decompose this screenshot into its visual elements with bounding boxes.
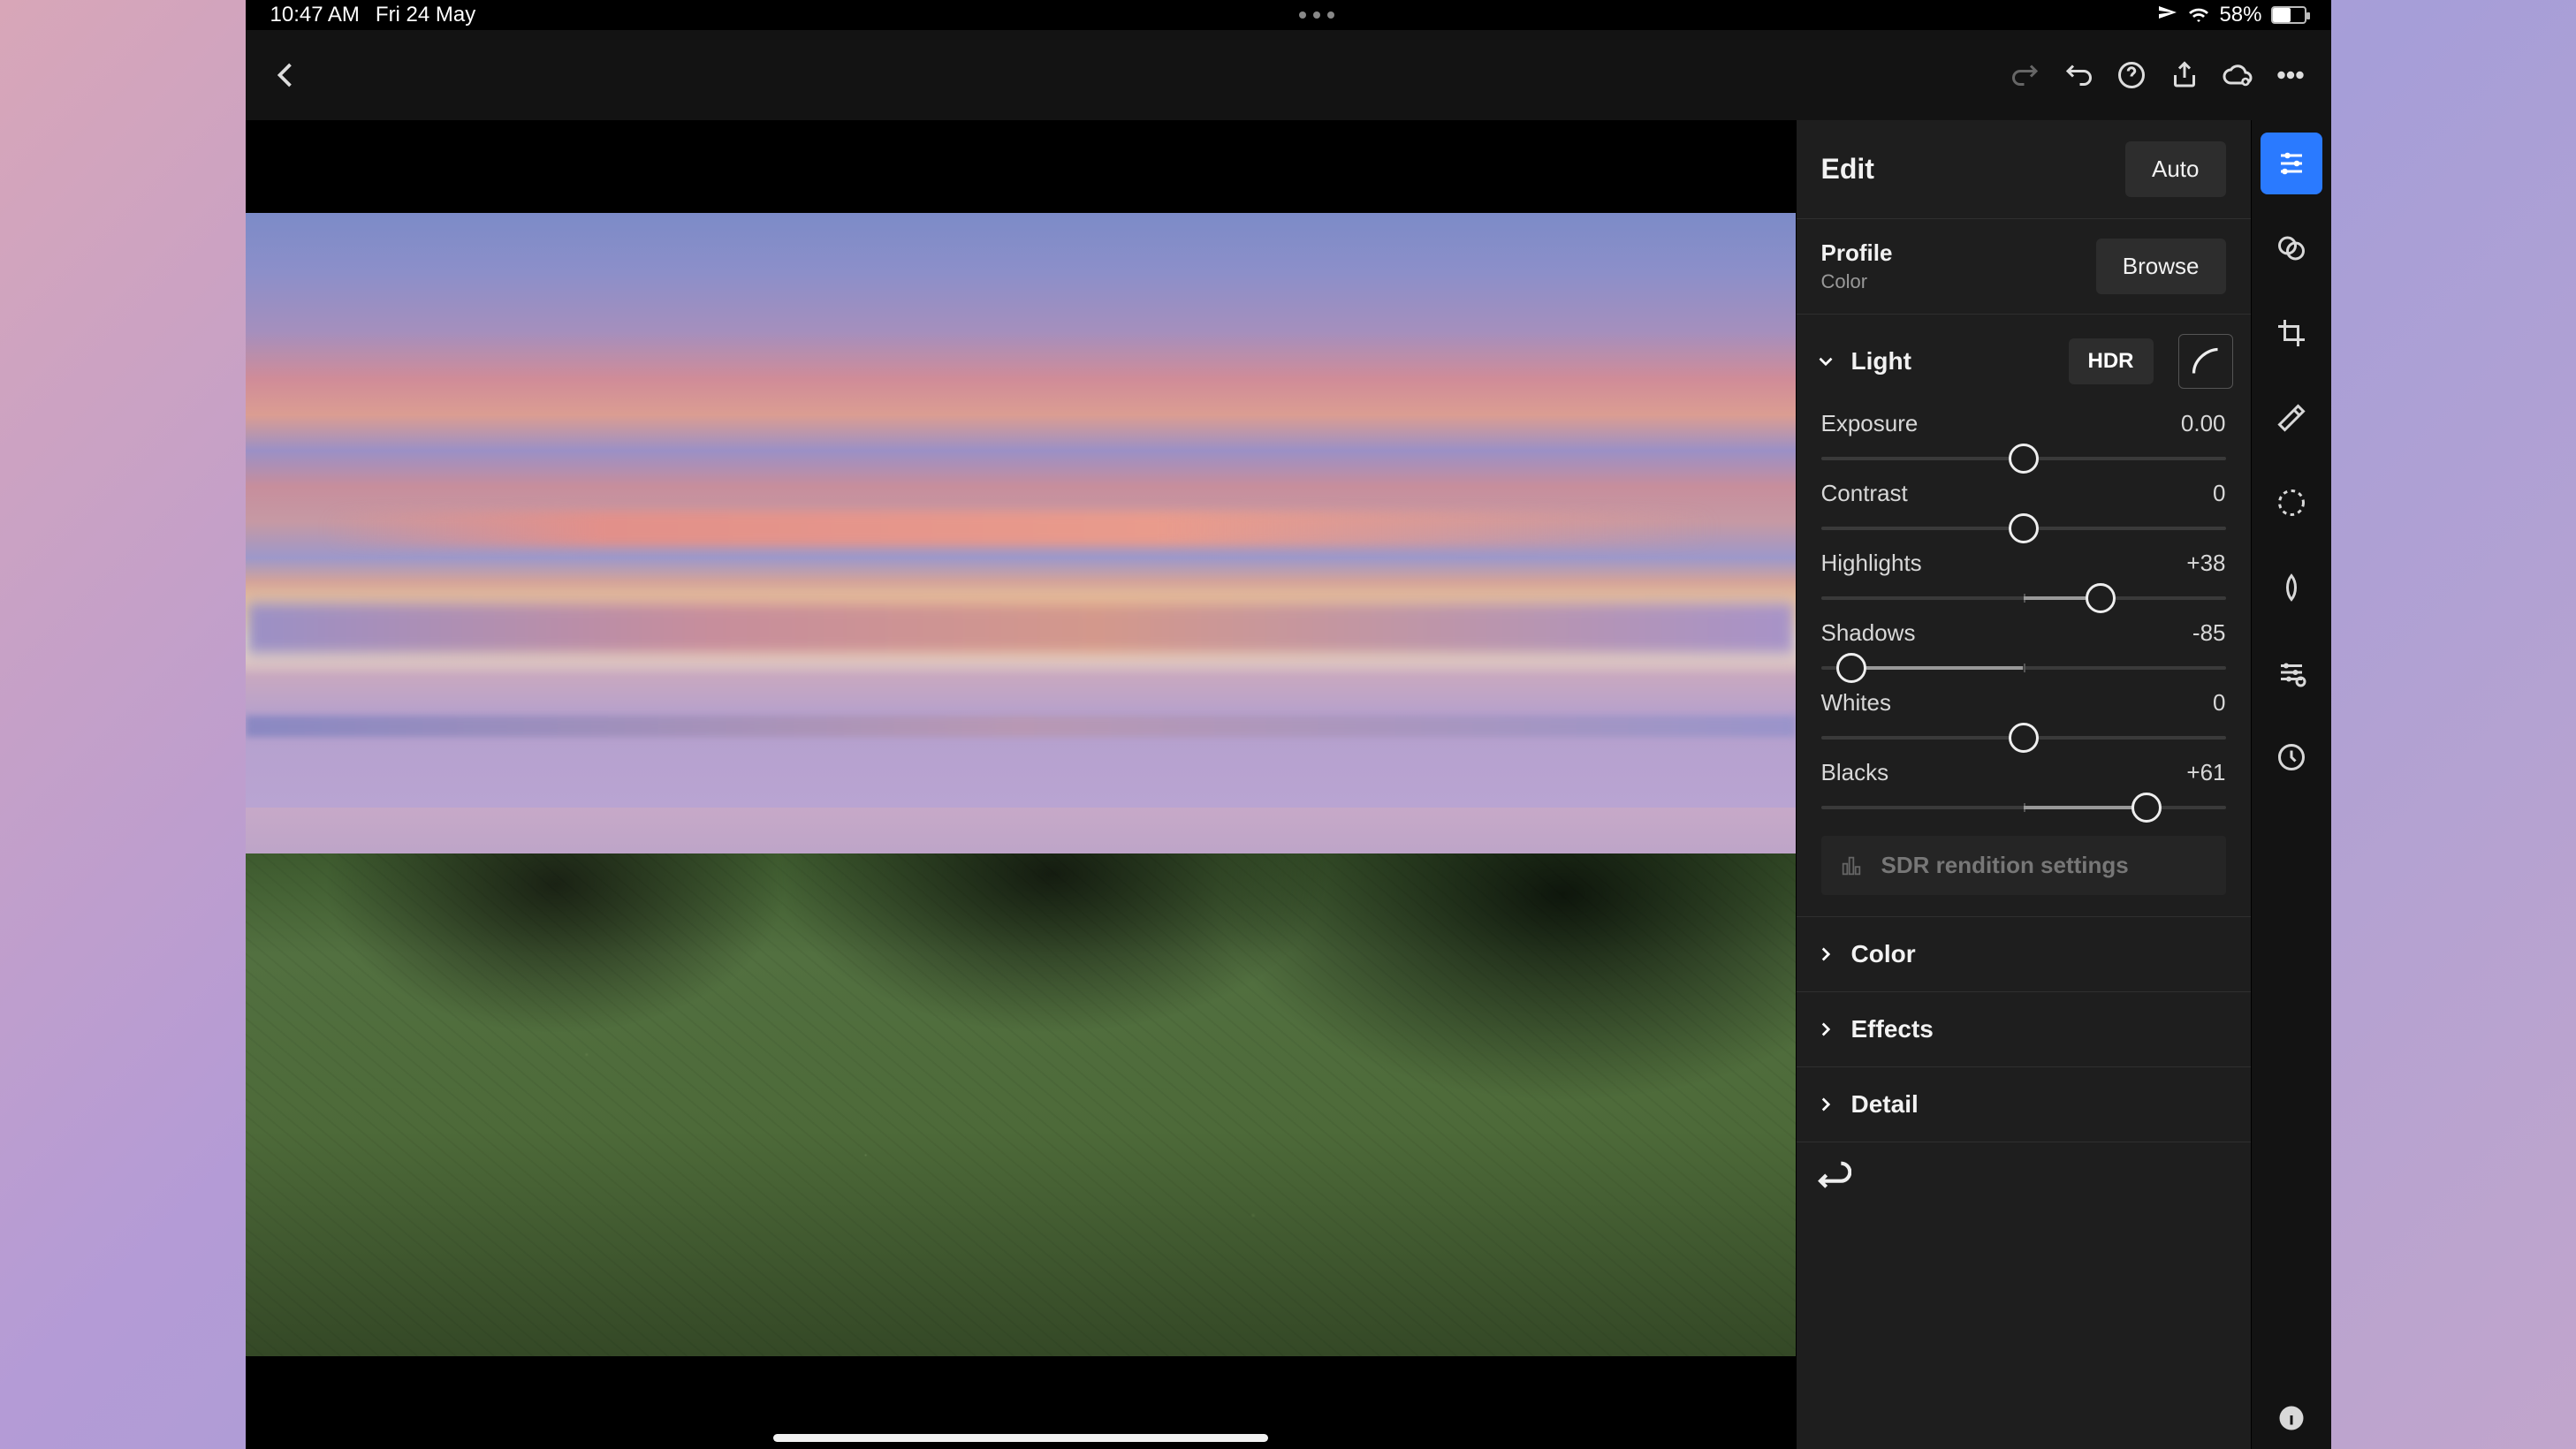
color-section-header[interactable]: Color: [1797, 916, 2251, 991]
hdr-button[interactable]: HDR: [2069, 338, 2154, 384]
slider-label: Whites: [1821, 689, 1891, 717]
lens-blur-tool-button[interactable]: [2261, 641, 2322, 703]
app-window: 10:47 AM Fri 24 May 58%: [246, 0, 2331, 1449]
slider-track[interactable]: [1821, 527, 2226, 530]
slider-track[interactable]: [1821, 736, 2226, 740]
battery-pct: 58%: [2219, 3, 2261, 27]
slider-value: +38: [2186, 550, 2225, 577]
profile-value: Color: [1821, 270, 1893, 293]
chevron-down-icon: [1814, 350, 1837, 373]
tool-rail: [2252, 120, 2331, 1449]
status-time: 10:47 AM: [270, 3, 360, 27]
slider-knob[interactable]: [2009, 723, 2039, 753]
chevron-right-icon: [1814, 1093, 1837, 1116]
versions-tool-button[interactable]: [2261, 726, 2322, 788]
slider-track[interactable]: [1821, 457, 2226, 460]
presets-tool-button[interactable]: [2261, 557, 2322, 618]
slider-value: 0: [2213, 480, 2225, 507]
slider-value: 0.00: [2181, 410, 2226, 437]
sdr-label: SDR rendition settings: [1881, 852, 2129, 879]
slider-knob[interactable]: [2086, 583, 2116, 613]
slider-knob[interactable]: [1836, 653, 1866, 683]
detail-section-label: Detail: [1851, 1090, 1919, 1119]
slider-label: Blacks: [1821, 759, 1889, 786]
slider-knob[interactable]: [2009, 513, 2039, 543]
slider-knob[interactable]: [2131, 793, 2162, 823]
auto-button[interactable]: Auto: [2125, 141, 2226, 197]
slider-contrast[interactable]: Contrast 0: [1797, 478, 2251, 548]
healing-tool-button[interactable]: [2261, 387, 2322, 449]
tone-curve-button[interactable]: [2178, 334, 2233, 389]
slider-highlights[interactable]: Highlights +38: [1797, 548, 2251, 618]
edit-panel: Edit Auto Profile Color Browse Light HDR…: [1796, 120, 2252, 1449]
edit-tool-button[interactable]: [2261, 133, 2322, 194]
slider-track[interactable]: [1821, 806, 2226, 809]
masking-tool-button[interactable]: [2261, 472, 2322, 534]
effects-section-header[interactable]: Effects: [1797, 991, 2251, 1066]
status-date: Fri 24 May: [376, 3, 475, 27]
slider-value: +61: [2186, 759, 2225, 786]
panel-title: Edit: [1821, 153, 1874, 186]
slider-knob[interactable]: [2009, 444, 2039, 474]
info-button[interactable]: [2261, 1387, 2322, 1449]
slider-label: Contrast: [1821, 480, 1908, 507]
help-button[interactable]: [2105, 49, 2158, 102]
slider-value: -85: [2192, 619, 2226, 647]
slider-shadows[interactable]: Shadows -85: [1797, 618, 2251, 687]
wifi-icon: [2187, 6, 2210, 24]
light-label: Light: [1851, 347, 2055, 376]
status-bar: 10:47 AM Fri 24 May 58%: [246, 0, 2331, 30]
slider-blacks[interactable]: Blacks +61: [1797, 757, 2251, 827]
battery-icon: [2271, 6, 2306, 24]
detail-section-header[interactable]: Detail: [1797, 1066, 2251, 1142]
chevron-right-icon: [1814, 1018, 1837, 1041]
reset-button[interactable]: [1816, 1160, 1851, 1195]
share-button[interactable]: [2158, 49, 2211, 102]
slider-label: Exposure: [1821, 410, 1919, 437]
multitask-dots-icon[interactable]: [1299, 11, 1334, 19]
back-button[interactable]: [260, 49, 313, 102]
browse-button[interactable]: Browse: [2096, 239, 2226, 294]
image-canvas[interactable]: [246, 120, 1796, 1449]
slider-exposure[interactable]: Exposure 0.00: [1797, 408, 2251, 478]
crop-tool-button[interactable]: [2261, 302, 2322, 364]
home-indicator[interactable]: [773, 1434, 1268, 1442]
slider-whites[interactable]: Whites 0: [1797, 687, 2251, 757]
slider-value: 0: [2213, 689, 2225, 717]
photo-preview: [246, 213, 1796, 1355]
color-section-label: Color: [1851, 940, 1916, 968]
slider-label: Highlights: [1821, 550, 1922, 577]
chevron-right-icon: [1814, 943, 1837, 966]
redo-button[interactable]: [1999, 49, 2052, 102]
cloud-sync-button[interactable]: [2211, 49, 2264, 102]
airplane-icon: [2157, 4, 2178, 26]
light-section-header[interactable]: Light HDR: [1797, 315, 2251, 408]
profiles-tool-button[interactable]: [2261, 217, 2322, 279]
more-button[interactable]: [2264, 49, 2317, 102]
app-toolbar: [246, 30, 2331, 120]
profile-label: Profile: [1821, 239, 1893, 267]
undo-button[interactable]: [2052, 49, 2105, 102]
effects-section-label: Effects: [1851, 1015, 1934, 1043]
slider-track[interactable]: [1821, 666, 2226, 670]
slider-track[interactable]: [1821, 596, 2226, 600]
slider-label: Shadows: [1821, 619, 1916, 647]
sdr-settings-button: SDR rendition settings: [1821, 836, 2226, 895]
